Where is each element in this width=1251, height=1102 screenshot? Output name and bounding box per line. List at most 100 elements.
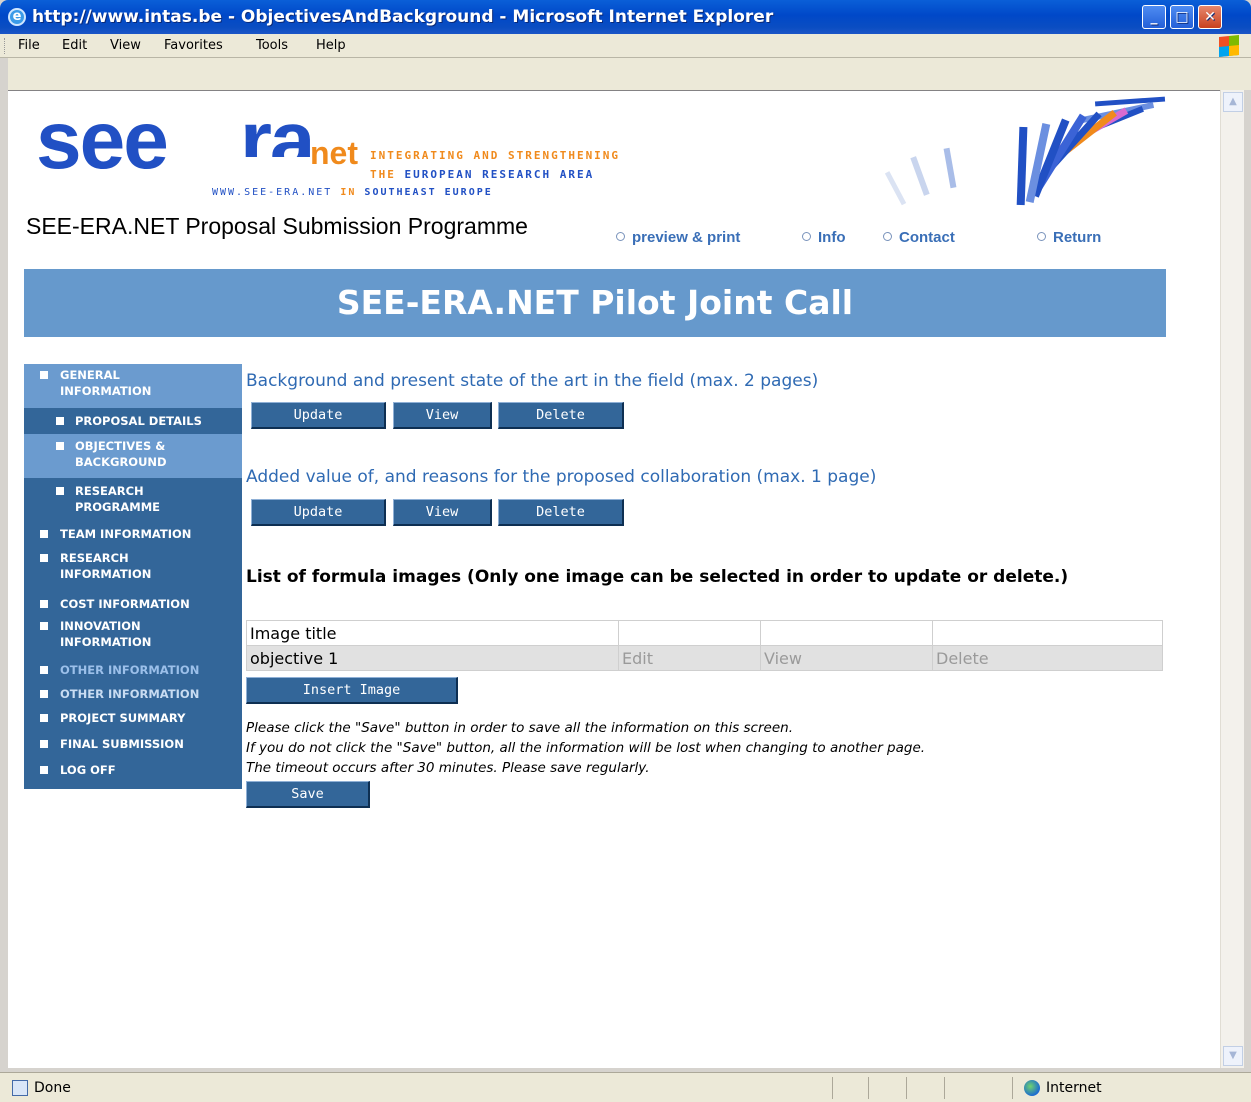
delete-background-button[interactable]: Delete	[498, 402, 624, 429]
sidebar-item-team-information[interactable]: TEAM INFORMATION	[24, 522, 242, 548]
bullet-circle-icon	[1037, 232, 1046, 241]
menu-view[interactable]: View	[110, 34, 141, 58]
bullet-square-icon	[56, 442, 64, 450]
scroll-down-arrow-icon[interactable]: ▼	[1223, 1046, 1243, 1066]
sidebar-item-label: PROJECT SUMMARY	[60, 711, 186, 725]
sidebar-item-log-off[interactable]: LOG OFF	[24, 760, 242, 786]
sidebar-item-label: RESEARCH PROGRAMME	[75, 484, 160, 514]
sidebar-item-general-information[interactable]: GENERAL INFORMATION	[24, 364, 242, 408]
table-row: objective 1 Edit View Delete	[246, 645, 1163, 671]
link-info[interactable]: Info	[802, 229, 846, 246]
save-button[interactable]: Save	[246, 781, 370, 808]
vertical-scrollbar[interactable]: ▲ ▼	[1220, 90, 1244, 1068]
tagline-southeast: SOUTHEAST EUROPE	[364, 187, 493, 198]
link-label: preview & print	[632, 229, 741, 246]
fan-blocks	[884, 96, 1166, 206]
sidebar-item-objectives-background[interactable]: OBJECTIVES & BACKGROUND	[24, 434, 242, 478]
sidebar-item-label: OTHER INFORMATION	[60, 663, 200, 677]
status-bar: Done Internet	[0, 1072, 1251, 1102]
formula-images-table: Image title objective 1 Edit View Delete	[246, 620, 1163, 671]
close-button[interactable]: ✕	[1198, 5, 1222, 29]
link-preview-print[interactable]: preview & print	[616, 229, 740, 246]
sidebar-item-research-programme[interactable]: RESEARCH PROGRAMME	[24, 478, 242, 522]
menu-grip	[4, 38, 7, 54]
delete-image-link[interactable]: Delete	[932, 645, 1163, 671]
save-info-text: Please click the "Save" button in order …	[246, 718, 1176, 778]
logo-ra: ra	[240, 95, 314, 157]
ie-icon: e	[8, 8, 26, 26]
update-background-button[interactable]: Update	[251, 402, 386, 429]
menu-favorites[interactable]: Favorites	[164, 34, 223, 58]
bullet-square-icon	[40, 600, 48, 608]
bullet-square-icon	[40, 622, 48, 630]
internet-globe-icon	[1024, 1080, 1040, 1096]
menu-tools[interactable]: Tools	[256, 34, 288, 58]
view-image-link[interactable]: View	[760, 645, 933, 671]
sidebar-item-innovation-information[interactable]: INNOVATION INFORMATION	[24, 616, 242, 660]
link-return[interactable]: Return	[1037, 229, 1101, 246]
table-header-empty	[932, 620, 1163, 646]
menu-bar: File Edit View Favorites Tools Help	[0, 34, 1251, 58]
window-title: http://www.intas.be - ObjectivesAndBackg…	[32, 7, 774, 27]
bullet-square-icon	[40, 740, 48, 748]
table-header-empty	[760, 620, 933, 646]
toolbar-area	[0, 58, 1251, 90]
bullet-square-icon	[56, 487, 64, 495]
window-title-bar[interactable]: e http://www.intas.be - ObjectivesAndBac…	[0, 0, 1251, 34]
insert-image-button[interactable]: Insert Image	[246, 677, 458, 704]
menu-edit[interactable]: Edit	[62, 34, 87, 58]
status-divider	[906, 1077, 907, 1099]
delete-added-value-button[interactable]: Delete	[498, 499, 624, 526]
window-frame-left	[0, 58, 8, 1072]
table-header-row: Image title	[246, 620, 1163, 646]
view-background-button[interactable]: View	[393, 402, 492, 429]
status-divider	[1012, 1077, 1013, 1099]
bullet-square-icon	[40, 530, 48, 538]
logo-tagline-1: INTEGRATING AND STRENGTHENING	[370, 149, 621, 162]
status-divider	[832, 1077, 833, 1099]
bullet-square-icon	[40, 766, 48, 774]
status-text: Done	[34, 1080, 71, 1096]
sidebar-item-label: OTHER INFORMATION	[60, 687, 200, 701]
update-added-value-button[interactable]: Update	[251, 499, 386, 526]
scroll-up-arrow-icon[interactable]: ▲	[1223, 92, 1243, 112]
logo-website: WWW.SEE-ERA.NET	[212, 187, 333, 198]
sidebar-item-label: FINAL SUBMISSION	[60, 737, 184, 751]
menu-help[interactable]: Help	[316, 34, 346, 58]
sidebar-item-label: PROPOSAL DETAILS	[75, 414, 202, 428]
info-line: The timeout occurs after 30 minutes. Ple…	[246, 760, 650, 776]
browser-viewport: see ra net INTEGRATING AND STRENGTHENING…	[8, 90, 1220, 1068]
minimize-button[interactable]: _	[1142, 5, 1166, 29]
bullet-square-icon	[40, 690, 48, 698]
sidebar-item-label: INNOVATION INFORMATION	[60, 619, 152, 649]
bullet-square-icon	[40, 714, 48, 722]
bullet-square-icon	[40, 666, 48, 674]
info-line: Please click the "Save" button in order …	[246, 720, 793, 736]
sidebar-item-proposal-details[interactable]: PROPOSAL DETAILS	[24, 408, 242, 434]
info-line: If you do not click the "Save" button, a…	[246, 740, 926, 756]
sidebar-item-research-information[interactable]: RESEARCH INFORMATION	[24, 548, 242, 592]
maximize-button[interactable]: □	[1170, 5, 1194, 29]
link-label: Return	[1053, 229, 1102, 246]
link-label: Info	[818, 229, 846, 246]
table-header-image-title: Image title	[246, 620, 619, 646]
logo-fan-graphic	[884, 96, 1166, 206]
logo-see: see	[36, 95, 169, 186]
image-title-cell: objective 1	[246, 645, 619, 671]
bullet-square-icon	[56, 417, 64, 425]
bullet-circle-icon	[616, 232, 625, 241]
sidebar-item-project-summary[interactable]: PROJECT SUMMARY	[24, 708, 242, 734]
page-done-icon	[12, 1080, 28, 1096]
view-added-value-button[interactable]: View	[393, 499, 492, 526]
link-contact[interactable]: Contact	[883, 229, 955, 246]
sidebar-item-cost-information[interactable]: COST INFORMATION	[24, 592, 242, 616]
sidebar-item-other-information-1[interactable]: OTHER INFORMATION	[24, 660, 242, 684]
bullet-square-icon	[40, 371, 48, 379]
sidebar-item-other-information-2[interactable]: OTHER INFORMATION	[24, 684, 242, 708]
logo-net: net	[310, 135, 358, 171]
sidebar-item-final-submission[interactable]: FINAL SUBMISSION	[24, 734, 242, 760]
edit-image-link[interactable]: Edit	[618, 645, 761, 671]
tagline-in: IN	[340, 187, 357, 198]
security-zone-label: Internet	[1046, 1080, 1102, 1096]
menu-file[interactable]: File	[18, 34, 40, 58]
